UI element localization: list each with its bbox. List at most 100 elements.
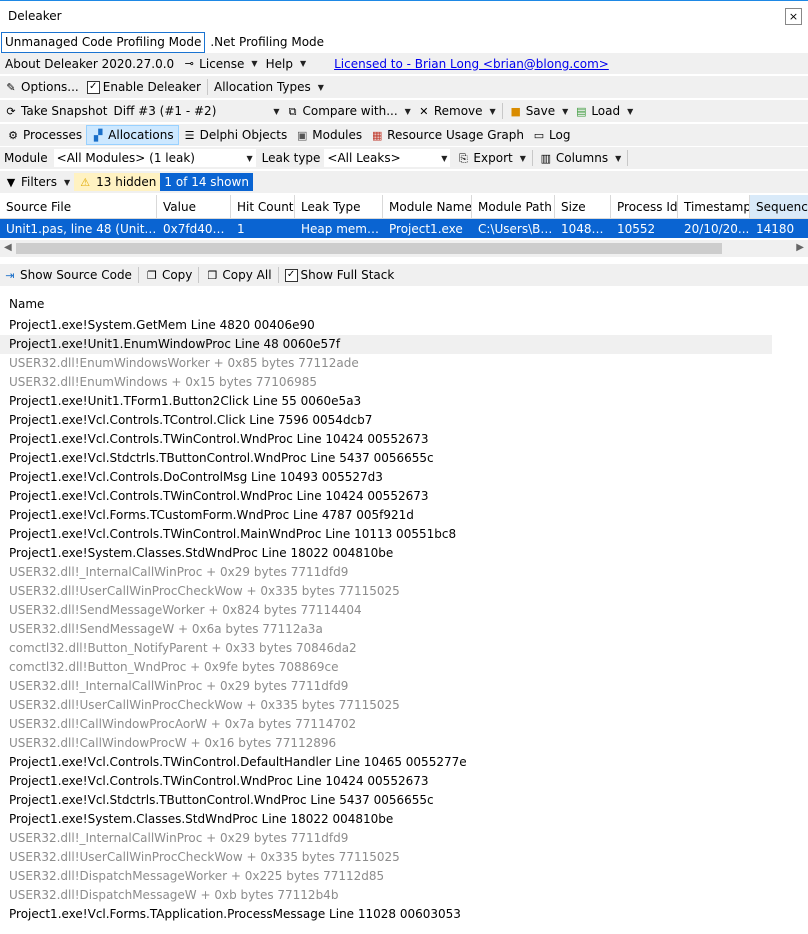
tab-processes[interactable]: ⚙ Processes <box>2 126 86 144</box>
tab-log[interactable]: ▭ Log <box>528 126 574 144</box>
scrollbar-thumb[interactable] <box>16 243 722 254</box>
scroll-left-icon[interactable]: ◀ <box>4 242 12 253</box>
tab-resource-label: Resource Usage Graph <box>387 128 524 142</box>
horizontal-scrollbar[interactable]: ◀ ▶ <box>0 240 808 257</box>
license-menu[interactable]: ⊸ License ▼ <box>182 57 258 71</box>
stack-frame[interactable]: USER32.dll!EnumWindows + 0x15 bytes 7710… <box>0 373 772 392</box>
column-value[interactable]: Value <box>157 195 231 218</box>
stack-frame[interactable]: USER32.dll!DispatchMessageWorker + 0x225… <box>0 867 772 886</box>
column-leak-type[interactable]: Leak Type <box>295 195 383 218</box>
stack-frame[interactable]: USER32.dll!_InternalCallWinProc + 0x29 b… <box>0 677 772 696</box>
toolbar-separator <box>206 79 208 95</box>
scroll-right-icon[interactable]: ▶ <box>796 242 804 253</box>
about-menu[interactable]: About Deleaker 2020.27.0.0 <box>5 57 174 71</box>
snapshot-toolbar: ⟳ Take Snapshot Diff #3 (#1 - #2) ▼ ⧉ Co… <box>0 100 808 122</box>
copy-all-button[interactable]: ❐ Copy All <box>205 268 271 282</box>
compare-button[interactable]: ⧉ Compare with... ▼ <box>286 104 411 118</box>
stack-frame[interactable]: Project1.exe!Vcl.Controls.TWinControl.Ma… <box>0 525 772 544</box>
leak-type-select[interactable]: <All Leaks> ▼ <box>324 149 451 167</box>
tab-resource-usage-graph[interactable]: ▦ Resource Usage Graph <box>366 126 528 144</box>
graph-icon: ▦ <box>371 128 383 142</box>
leak-type-value: <All Leaks> <box>327 151 401 165</box>
stack-frame[interactable]: Project1.exe!Vcl.Stdctrls.TButtonControl… <box>0 791 772 810</box>
column-hit-count[interactable]: Hit Count <box>231 195 295 218</box>
column-sequence[interactable]: Sequence <box>750 195 808 218</box>
save-button[interactable]: ■ Save ▼ <box>509 104 568 118</box>
close-button[interactable]: × <box>785 8 802 25</box>
dotnet-mode-tab[interactable]: .Net Profiling Mode <box>207 33 327 52</box>
stack-frame[interactable]: USER32.dll!EnumWindowsWorker + 0x85 byte… <box>0 354 772 373</box>
stack-frame[interactable]: USER32.dll!UserCallWinProcCheckWow + 0x3… <box>0 582 772 601</box>
stack-frame[interactable]: comctl32.dll!Button_NotifyParent + 0x33 … <box>0 639 772 658</box>
stack-frame[interactable]: Project1.exe!System.GetMem Line 4820 004… <box>0 316 772 335</box>
stack-frame[interactable]: Project1.exe!Vcl.Controls.TControl.Click… <box>0 411 772 430</box>
stack-frame[interactable]: USER32.dll!UserCallWinProcCheckWow + 0x3… <box>0 696 772 715</box>
stack-frame[interactable]: Project1.exe!Vcl.Stdctrls.TButtonControl… <box>0 449 772 468</box>
enable-deleaker-checkbox[interactable]: ✓ Enable Deleaker <box>86 80 201 94</box>
stack-frame[interactable]: USER32.dll!CallWindowProcAorW + 0x7a byt… <box>0 715 772 734</box>
stack-frame[interactable]: USER32.dll!UserCallWinProcCheckWow + 0x3… <box>0 848 772 867</box>
stack-frame[interactable]: USER32.dll!_InternalCallWinProc + 0x29 b… <box>0 563 772 582</box>
filters-button[interactable]: ▼ Filters ▼ <box>4 175 70 189</box>
table-row[interactable]: Unit1.pas, line 48 (Unit1.pas) 0x7fd4001… <box>0 219 808 238</box>
stack-frame[interactable]: Project1.exe!Vcl.Controls.TWinControl.Wn… <box>0 430 772 449</box>
tab-delphi-objects[interactable]: ☰ Delphi Objects <box>179 126 292 144</box>
key-icon: ⊸ <box>184 57 194 70</box>
stack-frame[interactable]: Project1.exe!Unit1.EnumWindowProc Line 4… <box>0 335 772 354</box>
toolbar-separator <box>198 267 200 283</box>
load-button[interactable]: ▤ Load ▼ <box>574 104 633 118</box>
unmanaged-mode-tab[interactable]: Unmanaged Code Profiling Mode <box>1 31 206 53</box>
column-source-file[interactable]: Source File <box>0 195 157 218</box>
stack-frame[interactable]: Project1.exe!System.Classes.StdWndProc L… <box>0 810 772 829</box>
licensed-link[interactable]: Licensed to - Brian Long <brian@blong.co… <box>334 57 609 71</box>
toolbar-separator <box>137 267 139 283</box>
stack-frame[interactable]: Project1.exe!Vcl.Controls.TWinControl.Wn… <box>0 772 772 791</box>
mode-tabs: Unmanaged Code Profiling Mode .Net Profi… <box>0 31 808 53</box>
stack-frame[interactable]: USER32.dll!_InternalCallWinProc + 0x29 b… <box>0 829 772 848</box>
chevron-down-icon: ▼ <box>404 106 411 116</box>
filter-icon: ▼ <box>6 175 16 189</box>
copy-all-icon: ❐ <box>207 268 218 282</box>
tab-modules[interactable]: ▣ Modules <box>291 126 366 144</box>
allocation-types-dropdown[interactable]: Allocation Types ▼ <box>214 80 324 94</box>
stack-frame[interactable]: Project1.exe!System.Classes.StdWndProc L… <box>0 544 772 563</box>
column-process-id[interactable]: Process Id <box>611 195 678 218</box>
stack-frame[interactable]: USER32.dll!CallWindowProcW + 0x16 bytes … <box>0 734 772 753</box>
stack-frame[interactable]: USER32.dll!SendMessageWorker + 0x824 byt… <box>0 601 772 620</box>
stack-toolbar: ⇥ Show Source Code ❐ Copy ❐ Copy All ✓ S… <box>0 264 808 286</box>
stack-frame[interactable]: Project1.exe!Vcl.Forms.TApplication.Proc… <box>0 905 772 924</box>
show-source-code-button[interactable]: ⇥ Show Source Code <box>3 268 132 282</box>
warning-icon: ⚠ <box>80 175 91 189</box>
stack-frame[interactable]: comctl32.dll!Button_WndProc + 0x9fe byte… <box>0 658 772 677</box>
cell-timestamp: 20/10/20... <box>684 222 750 236</box>
snapshot-select[interactable]: Diff #3 (#1 - #2) ▼ <box>114 104 280 118</box>
copy-button[interactable]: ❐ Copy <box>145 268 192 282</box>
take-snapshot-button[interactable]: ⟳ Take Snapshot <box>4 104 107 118</box>
stack-frame[interactable]: Project1.exe!Unit1.TForm1.Button2Click L… <box>0 392 772 411</box>
export-button[interactable]: ⎘ Export ▼ <box>456 151 526 165</box>
filters-row: ▼ Filters ▼ ⚠ 13 hidden 1 of 14 shown <box>0 171 808 193</box>
stack-frame[interactable]: Project1.exe!Vcl.Controls.TWinControl.Wn… <box>0 487 772 506</box>
stack-frame[interactable]: USER32.dll!DispatchMessageW + 0xb bytes … <box>0 886 772 905</box>
stack-frame[interactable]: Project1.exe!Vcl.Forms.TCustomForm.WndPr… <box>0 506 772 525</box>
column-module-name[interactable]: Module Name <box>383 195 472 218</box>
columns-label: Columns <box>555 151 609 165</box>
stack-frame[interactable]: USER32.dll!SendMessageW + 0x6a bytes 771… <box>0 620 772 639</box>
options-button[interactable]: ✎ Options... <box>4 80 78 94</box>
column-size[interactable]: Size <box>555 195 611 218</box>
tab-allocations[interactable]: ▞ Allocations <box>86 125 179 145</box>
stack-frame[interactable]: Project1.exe!Vcl.Controls.DoControlMsg L… <box>0 468 772 487</box>
stack-frame[interactable]: Project1.exe!Vcl.Controls.TWinControl.De… <box>0 753 772 772</box>
hidden-badge[interactable]: ⚠ 13 hidden <box>74 173 161 191</box>
log-icon: ▭ <box>533 128 545 142</box>
help-menu[interactable]: Help ▼ <box>266 57 307 71</box>
checkbox-checked-icon: ✓ <box>86 80 100 94</box>
show-full-stack-checkbox[interactable]: ✓ Show Full Stack <box>284 268 394 282</box>
columns-button[interactable]: ▥ Columns ▼ <box>539 151 622 165</box>
remove-button[interactable]: ✕ Remove ▼ <box>417 104 495 118</box>
module-select[interactable]: <All Modules> (1 leak) ▼ <box>53 149 256 167</box>
load-icon: ▤ <box>576 104 587 118</box>
column-module-path[interactable]: Module Path <box>472 195 555 218</box>
chevron-down-icon: ▼ <box>251 59 258 68</box>
column-timestamp[interactable]: Timestamp <box>678 195 750 218</box>
